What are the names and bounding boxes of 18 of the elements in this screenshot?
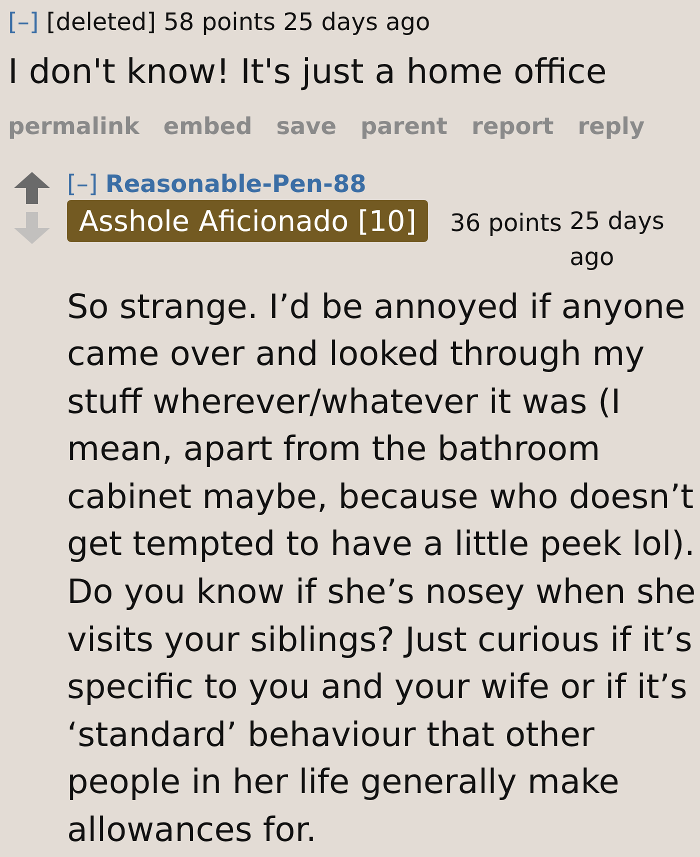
comment-action-link[interactable]: reply <box>578 110 645 144</box>
score: 36 points <box>450 208 562 236</box>
comment-action-link[interactable]: embed <box>163 110 252 144</box>
score: 58 points <box>164 8 276 36</box>
comment-action-link[interactable]: report <box>472 110 554 144</box>
user-flair: Asshole Aficionado [10] <box>67 200 428 242</box>
timestamp: 25 days ago <box>283 8 430 36</box>
timestamp: 25 days ago <box>570 206 666 273</box>
deleted-author: [deleted] <box>46 8 156 36</box>
comment-text: So strange. I’d be annoyed if anyone came over and looked through my stuff wherever/whatever it was (I mean, apart from the bathroom cabinet maybe, because who doesn’t get tempted to have a little peek lol). Do you know if she’s nosey when she visits your siblings? Just curious if it’s specific to you and your wife or if it’s ‘standard’ behaviour that other people in her life generally make allowances for. <box>67 286 697 852</box>
author-link[interactable]: Reasonable-Pen-88 <box>105 170 366 198</box>
comment-action-link[interactable]: save <box>276 110 337 144</box>
comment-action-link[interactable]: parent <box>360 110 448 144</box>
up-arrow-icon[interactable] <box>14 172 50 204</box>
collapse-toggle[interactable]: [–] <box>8 8 39 36</box>
comment-action-link[interactable]: permalink <box>8 110 140 144</box>
collapse-toggle[interactable]: [–] <box>67 170 98 198</box>
comment-text: I don't know! It's just a home office <box>8 51 608 94</box>
